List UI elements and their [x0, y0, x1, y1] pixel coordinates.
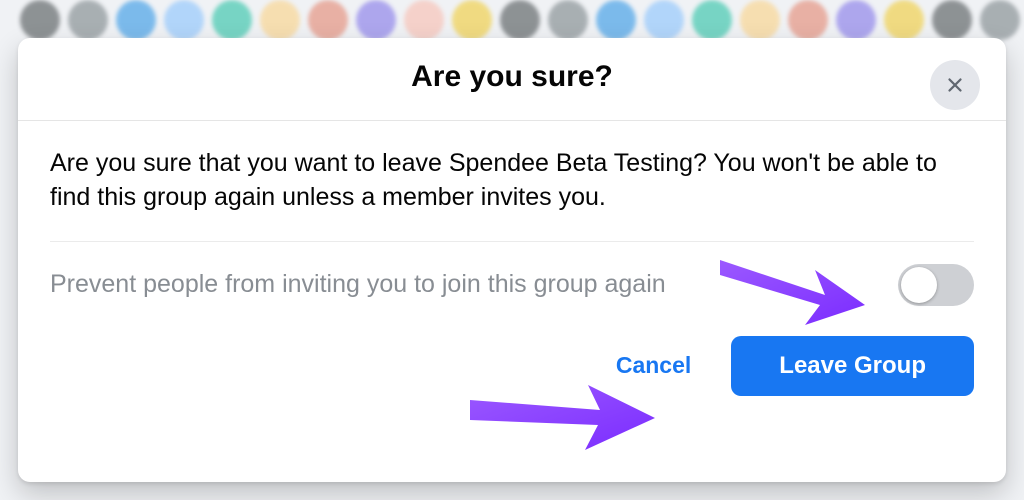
leave-group-button[interactable]: Leave Group — [731, 336, 974, 396]
modal-footer: Cancel Leave Group — [18, 306, 1006, 396]
toggle-row: Prevent people from inviting you to join… — [18, 242, 1006, 306]
cancel-button[interactable]: Cancel — [596, 340, 711, 391]
modal-title: Are you sure? — [58, 60, 966, 94]
confirmation-modal: Are you sure? Are you sure that you want… — [18, 38, 1006, 482]
prevent-invite-toggle[interactable] — [898, 264, 974, 306]
modal-message: Are you sure that you want to leave Spen… — [50, 147, 974, 215]
close-button[interactable] — [930, 60, 980, 110]
modal-body: Are you sure that you want to leave Spen… — [18, 121, 1006, 215]
toggle-label: Prevent people from inviting you to join… — [50, 270, 666, 299]
close-icon — [944, 74, 966, 96]
modal-header: Are you sure? — [18, 38, 1006, 121]
toggle-knob — [901, 267, 937, 303]
